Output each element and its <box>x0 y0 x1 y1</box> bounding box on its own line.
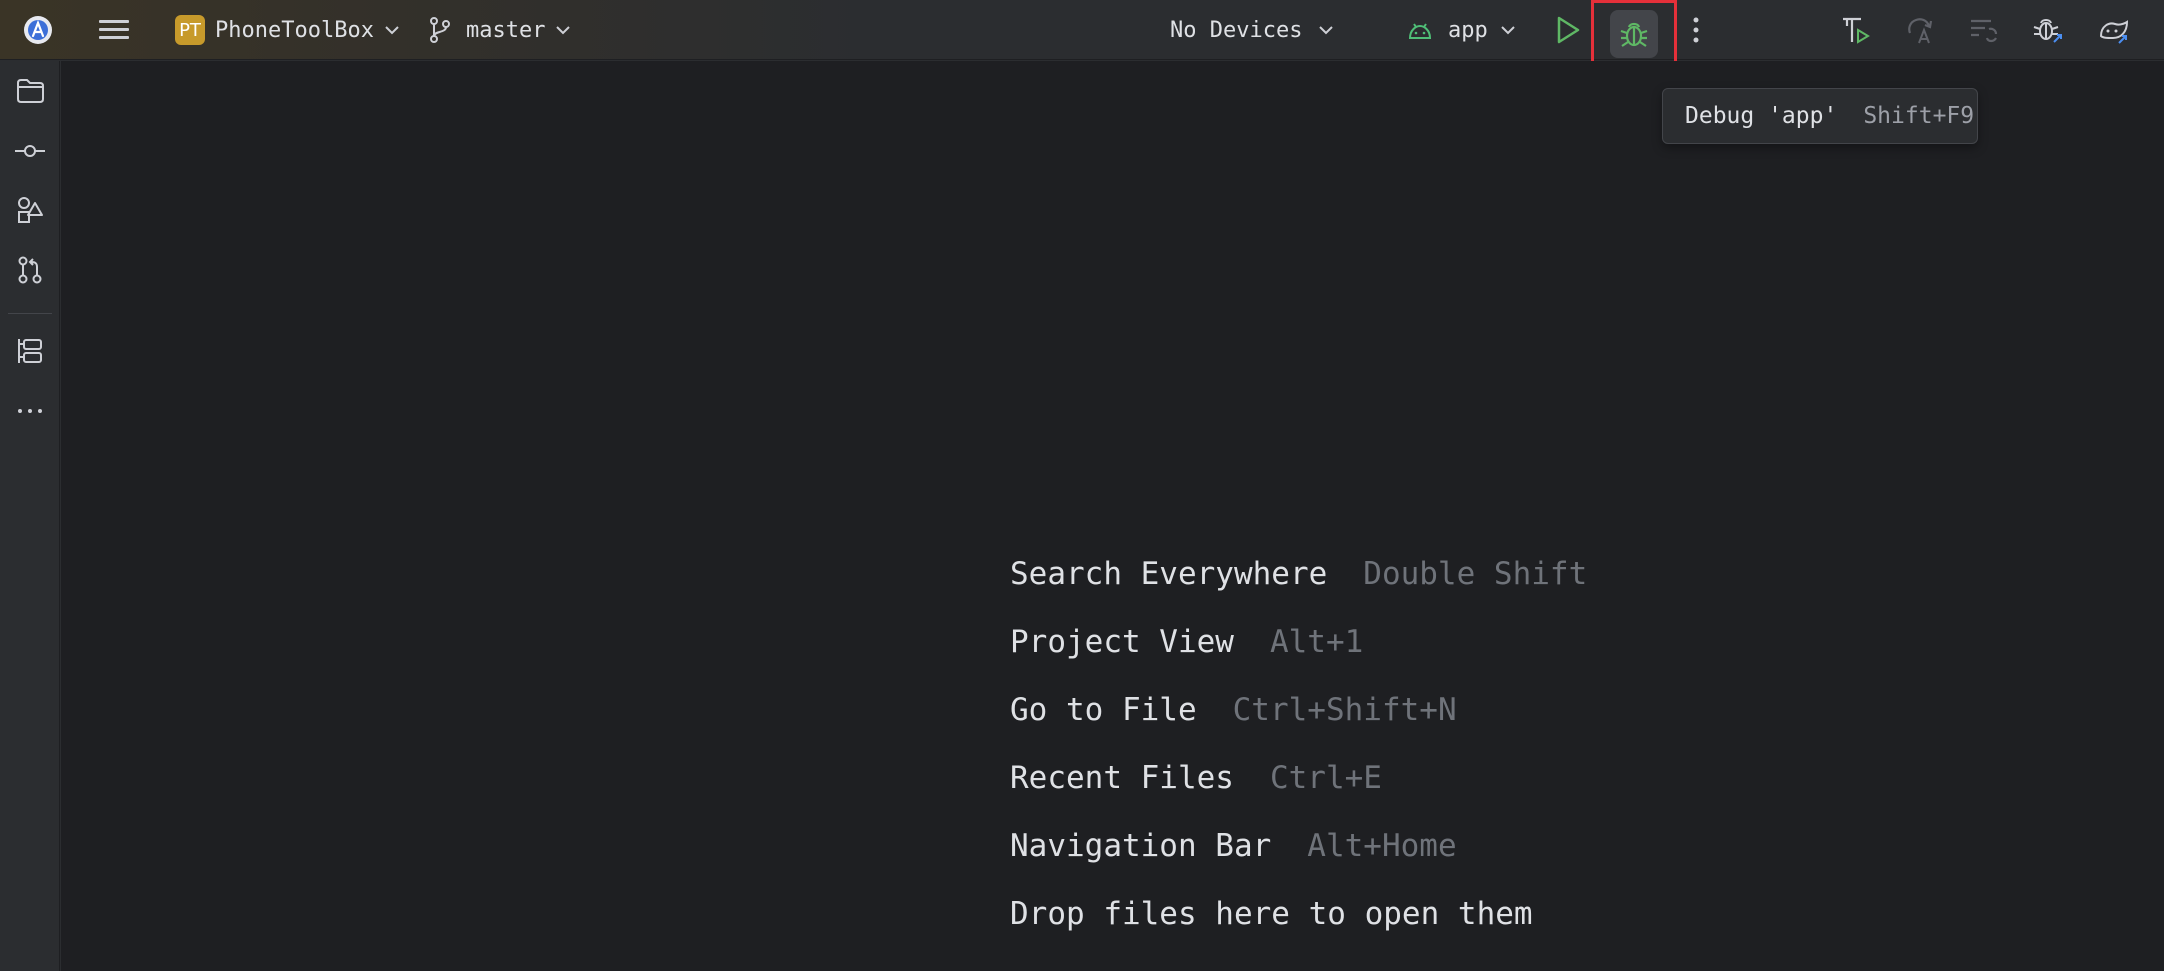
chevron-down-icon <box>556 26 571 35</box>
tooltip-shortcut: Shift+F9 <box>1863 103 1975 129</box>
hint-shortcut: Alt+1 <box>1269 624 1364 660</box>
hint-shortcut: Ctrl+E <box>1269 760 1382 796</box>
hint-row: Go to File Ctrl+Shift+N <box>1010 676 1587 744</box>
project-folder-icon[interactable] <box>14 75 46 107</box>
hint-label: Drop files here to open them <box>1010 896 1533 932</box>
run-tests-icon[interactable] <box>1838 14 1874 46</box>
bug-icon <box>1620 22 1648 47</box>
hint-row: Drop files here to open them <box>1010 880 1587 948</box>
debug-button[interactable] <box>1591 0 1677 68</box>
sidebar-divider <box>8 313 52 314</box>
run-icon <box>1557 16 1580 44</box>
pull-requests-icon[interactable] <box>14 254 46 286</box>
hint-row: Search Everywhere Double Shift <box>1010 540 1587 608</box>
hint-shortcut: Ctrl+Shift+N <box>1232 692 1457 728</box>
project-selector[interactable]: PT PhoneToolBox <box>175 14 400 46</box>
hint-label: Project View <box>1010 624 1234 660</box>
hint-label: Search Everywhere <box>1010 556 1328 592</box>
android-studio-logo-icon[interactable] <box>22 14 54 46</box>
run-button[interactable] <box>1550 12 1586 48</box>
structure-icon[interactable] <box>14 335 46 367</box>
hint-label: Recent Files <box>1010 760 1234 796</box>
tooltip-label: Debug 'app' <box>1685 103 1838 129</box>
commit-icon[interactable] <box>14 135 46 167</box>
device-manager-icon[interactable] <box>2096 14 2132 46</box>
hint-row: Navigation Bar Alt+Home <box>1010 812 1587 880</box>
hint-label: Go to File <box>1010 692 1197 728</box>
project-name: PhoneToolBox <box>215 17 374 43</box>
main-menu-icon[interactable] <box>96 14 132 46</box>
branch-name: master <box>466 17 546 43</box>
apply-code-changes-icon[interactable] <box>1966 14 2002 46</box>
hint-row: Project View Alt+1 <box>1010 608 1587 676</box>
hint-shortcut: Double Shift <box>1363 556 1588 592</box>
tool-window-sidebar <box>0 61 60 971</box>
attach-debugger-icon[interactable] <box>2030 14 2066 46</box>
more-tool-windows-icon[interactable] <box>14 395 46 427</box>
device-selector[interactable]: No Devices <box>1170 14 1334 46</box>
hint-shortcut: Alt+Home <box>1307 828 1457 864</box>
debug-button-hover-bg <box>1610 10 1658 58</box>
main-toolbar: PT PhoneToolBox master No Devices app <box>0 0 2164 68</box>
chevron-down-icon <box>1319 26 1334 35</box>
resource-manager-icon[interactable] <box>14 194 46 226</box>
hint-label: Navigation Bar <box>1010 828 1272 864</box>
run-config-selector[interactable]: app <box>1406 14 1516 46</box>
chevron-down-icon <box>1501 26 1515 35</box>
project-badge: PT <box>175 15 205 45</box>
branch-selector[interactable]: master <box>428 14 571 46</box>
hint-row: Recent Files Ctrl+E <box>1010 744 1587 812</box>
device-name: No Devices <box>1170 17 1303 43</box>
debug-tooltip: Debug 'app' Shift+F9 <box>1662 88 1978 144</box>
apply-changes-icon[interactable] <box>1902 14 1938 46</box>
android-icon <box>1408 23 1432 39</box>
run-config-name: app <box>1448 17 1488 43</box>
more-actions-icon[interactable] <box>1684 14 1708 46</box>
editor-empty-hints: Search Everywhere Double Shift Project V… <box>1010 540 1587 948</box>
chevron-down-icon <box>385 26 399 35</box>
git-branch-icon <box>430 17 450 43</box>
